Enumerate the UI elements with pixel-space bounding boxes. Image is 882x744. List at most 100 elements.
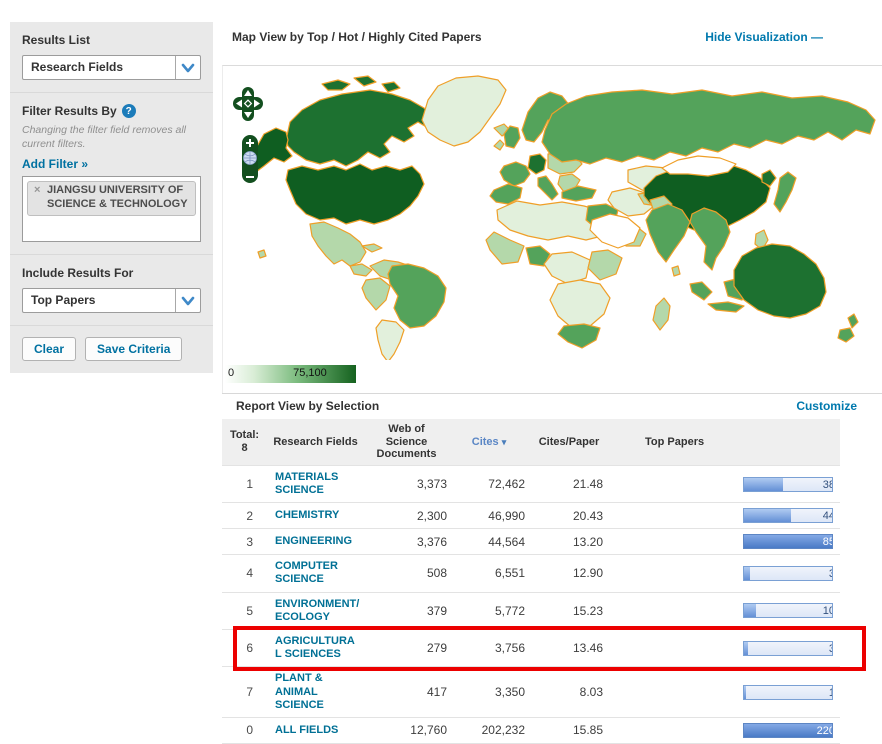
row-rank: 0 — [222, 717, 267, 743]
region-saudi-arabia[interactable] — [590, 214, 640, 248]
row-field-link[interactable]: ALL FIELDS — [275, 724, 360, 737]
header-wos-documents[interactable]: Web of Science Documents — [364, 419, 449, 465]
region-japan[interactable] — [774, 172, 796, 212]
row-cites-per-paper: 15.23 — [529, 592, 609, 629]
region-south-africa[interactable] — [558, 324, 600, 348]
region-germany[interactable] — [528, 154, 546, 174]
top-papers-bar-fill — [744, 642, 748, 655]
region-canada[interactable] — [286, 90, 438, 166]
header-cites-per-paper[interactable]: Cites/Paper — [529, 419, 609, 465]
results-list-dropdown[interactable]: Research Fields — [22, 55, 201, 80]
actions-section: Clear Save Criteria — [10, 326, 213, 373]
region-central-america[interactable] — [350, 264, 372, 276]
row-docs: 3,376 — [364, 529, 449, 555]
top-papers-value: 1 — [829, 686, 833, 700]
report-table: Total:8 Research Fields Web of Science D… — [222, 419, 840, 744]
region-west-africa[interactable] — [486, 232, 524, 264]
row-docs: 3,373 — [364, 465, 449, 502]
row-docs: 279 — [364, 630, 449, 667]
row-field-link[interactable]: AGRICULTURAL SCIENCES — [275, 635, 360, 661]
include-results-dropdown[interactable]: Top Papers — [22, 288, 201, 313]
clear-button[interactable]: Clear — [22, 337, 76, 361]
top-papers-bar: 38 — [743, 477, 833, 492]
hide-visualization-link[interactable]: Hide Visualization — — [705, 30, 823, 44]
region-madagascar[interactable] — [653, 298, 670, 330]
region-russia[interactable] — [542, 90, 875, 164]
chevron-down-icon[interactable] — [175, 289, 200, 312]
region-arctic-islands[interactable] — [382, 82, 400, 92]
row-rank: 1 — [222, 465, 267, 502]
region-argentina[interactable] — [376, 320, 404, 360]
region-france[interactable] — [500, 162, 530, 186]
row-rank: 4 — [222, 555, 267, 592]
row-cites-per-paper: 21.48 — [529, 465, 609, 502]
report-section: Report View by Selection Customize Total… — [222, 397, 882, 744]
top-papers-bar: 3 — [743, 641, 833, 656]
region-brazil[interactable] — [388, 264, 446, 328]
row-field-link[interactable]: ENGINEERING — [275, 535, 360, 548]
region-mexico[interactable] — [310, 222, 366, 266]
region-hawaii[interactable] — [258, 250, 266, 258]
region-india[interactable] — [646, 204, 690, 262]
save-criteria-button[interactable]: Save Criteria — [85, 337, 182, 361]
customize-link[interactable]: Customize — [796, 399, 857, 413]
row-cites-per-paper: 13.46 — [529, 630, 609, 667]
include-results-section: Include Results For Top Papers — [10, 255, 213, 326]
top-papers-value: 220 — [817, 724, 833, 738]
help-icon[interactable]: ? — [122, 104, 136, 118]
page: Results List Research Fields Filter Resu… — [0, 0, 882, 681]
legend-min: 0 — [228, 367, 234, 379]
region-usa[interactable] — [286, 164, 424, 224]
region-peru[interactable] — [362, 278, 390, 310]
region-greenland[interactable] — [422, 76, 506, 146]
row-field-link[interactable]: MATERIALS SCIENCE — [275, 471, 360, 497]
region-southern-africa[interactable] — [550, 280, 610, 328]
region-sri-lanka[interactable] — [672, 266, 680, 276]
chevron-down-icon[interactable] — [175, 56, 200, 79]
region-sumatra[interactable] — [690, 282, 712, 300]
region-new-zealand[interactable] — [838, 328, 854, 342]
world-map[interactable] — [242, 70, 882, 360]
row-cites: 72,462 — [449, 465, 529, 502]
filter-tag-label: JIANGSU UNIVERSITY OF SCIENCE & TECHNOLO… — [47, 184, 188, 210]
table-row: 4 COMPUTER SCIENCE 508 6,551 12.90 3 — [222, 555, 840, 592]
region-new-zealand[interactable] — [848, 314, 858, 328]
row-rank: 6 — [222, 630, 267, 667]
region-east-africa[interactable] — [588, 250, 622, 280]
region-arctic-islands[interactable] — [322, 80, 350, 90]
top-papers-bar: 220 — [743, 723, 833, 738]
top-papers-bar: 1 — [743, 685, 833, 700]
region-arctic-islands[interactable] — [354, 76, 376, 86]
region-australia[interactable] — [734, 244, 826, 318]
map-pan-control[interactable] — [232, 86, 264, 122]
header-total: Total:8 — [222, 419, 267, 465]
results-list-label: Results List — [22, 33, 201, 47]
table-row: 7 PLANT & ANIMAL SCIENCE 417 3,350 8.03 … — [222, 667, 840, 718]
row-field-link[interactable]: COMPUTER SCIENCE — [275, 560, 360, 586]
region-java[interactable] — [708, 302, 744, 312]
add-filter-link[interactable]: Add Filter » — [22, 157, 88, 171]
header-top-papers[interactable]: Top Papers — [609, 419, 840, 465]
map-view-title: Map View by Top / Hot / Highly Cited Pap… — [222, 30, 482, 44]
region-korea[interactable] — [762, 170, 776, 186]
map-zoom-control[interactable] — [241, 134, 259, 184]
region-central-africa[interactable] — [544, 252, 590, 284]
remove-filter-icon[interactable]: × — [34, 184, 40, 198]
region-mongolia[interactable] — [662, 156, 736, 176]
region-ireland[interactable] — [494, 140, 504, 150]
row-docs: 508 — [364, 555, 449, 592]
filter-tag[interactable]: × JIANGSU UNIVERSITY OF SCIENCE & TECHNO… — [27, 181, 196, 216]
row-cites-per-paper: 12.90 — [529, 555, 609, 592]
row-cites-per-paper: 8.03 — [529, 667, 609, 718]
row-field-link[interactable]: CHEMISTRY — [275, 509, 360, 522]
table-header-row: Total:8 Research Fields Web of Science D… — [222, 419, 840, 465]
region-italy[interactable] — [538, 176, 558, 200]
row-cites: 6,551 — [449, 555, 529, 592]
header-research-fields: Research Fields — [267, 419, 364, 465]
table-row: 5 ENVIRONMENT/ECOLOGY 379 5,772 15.23 10 — [222, 592, 840, 629]
header-cites[interactable]: Cites ▾ — [449, 419, 529, 465]
top-papers-bar: 44 — [743, 508, 833, 523]
row-rank: 2 — [222, 503, 267, 529]
row-field-link[interactable]: PLANT & ANIMAL SCIENCE — [275, 672, 360, 712]
row-field-link[interactable]: ENVIRONMENT/ECOLOGY — [275, 598, 360, 624]
